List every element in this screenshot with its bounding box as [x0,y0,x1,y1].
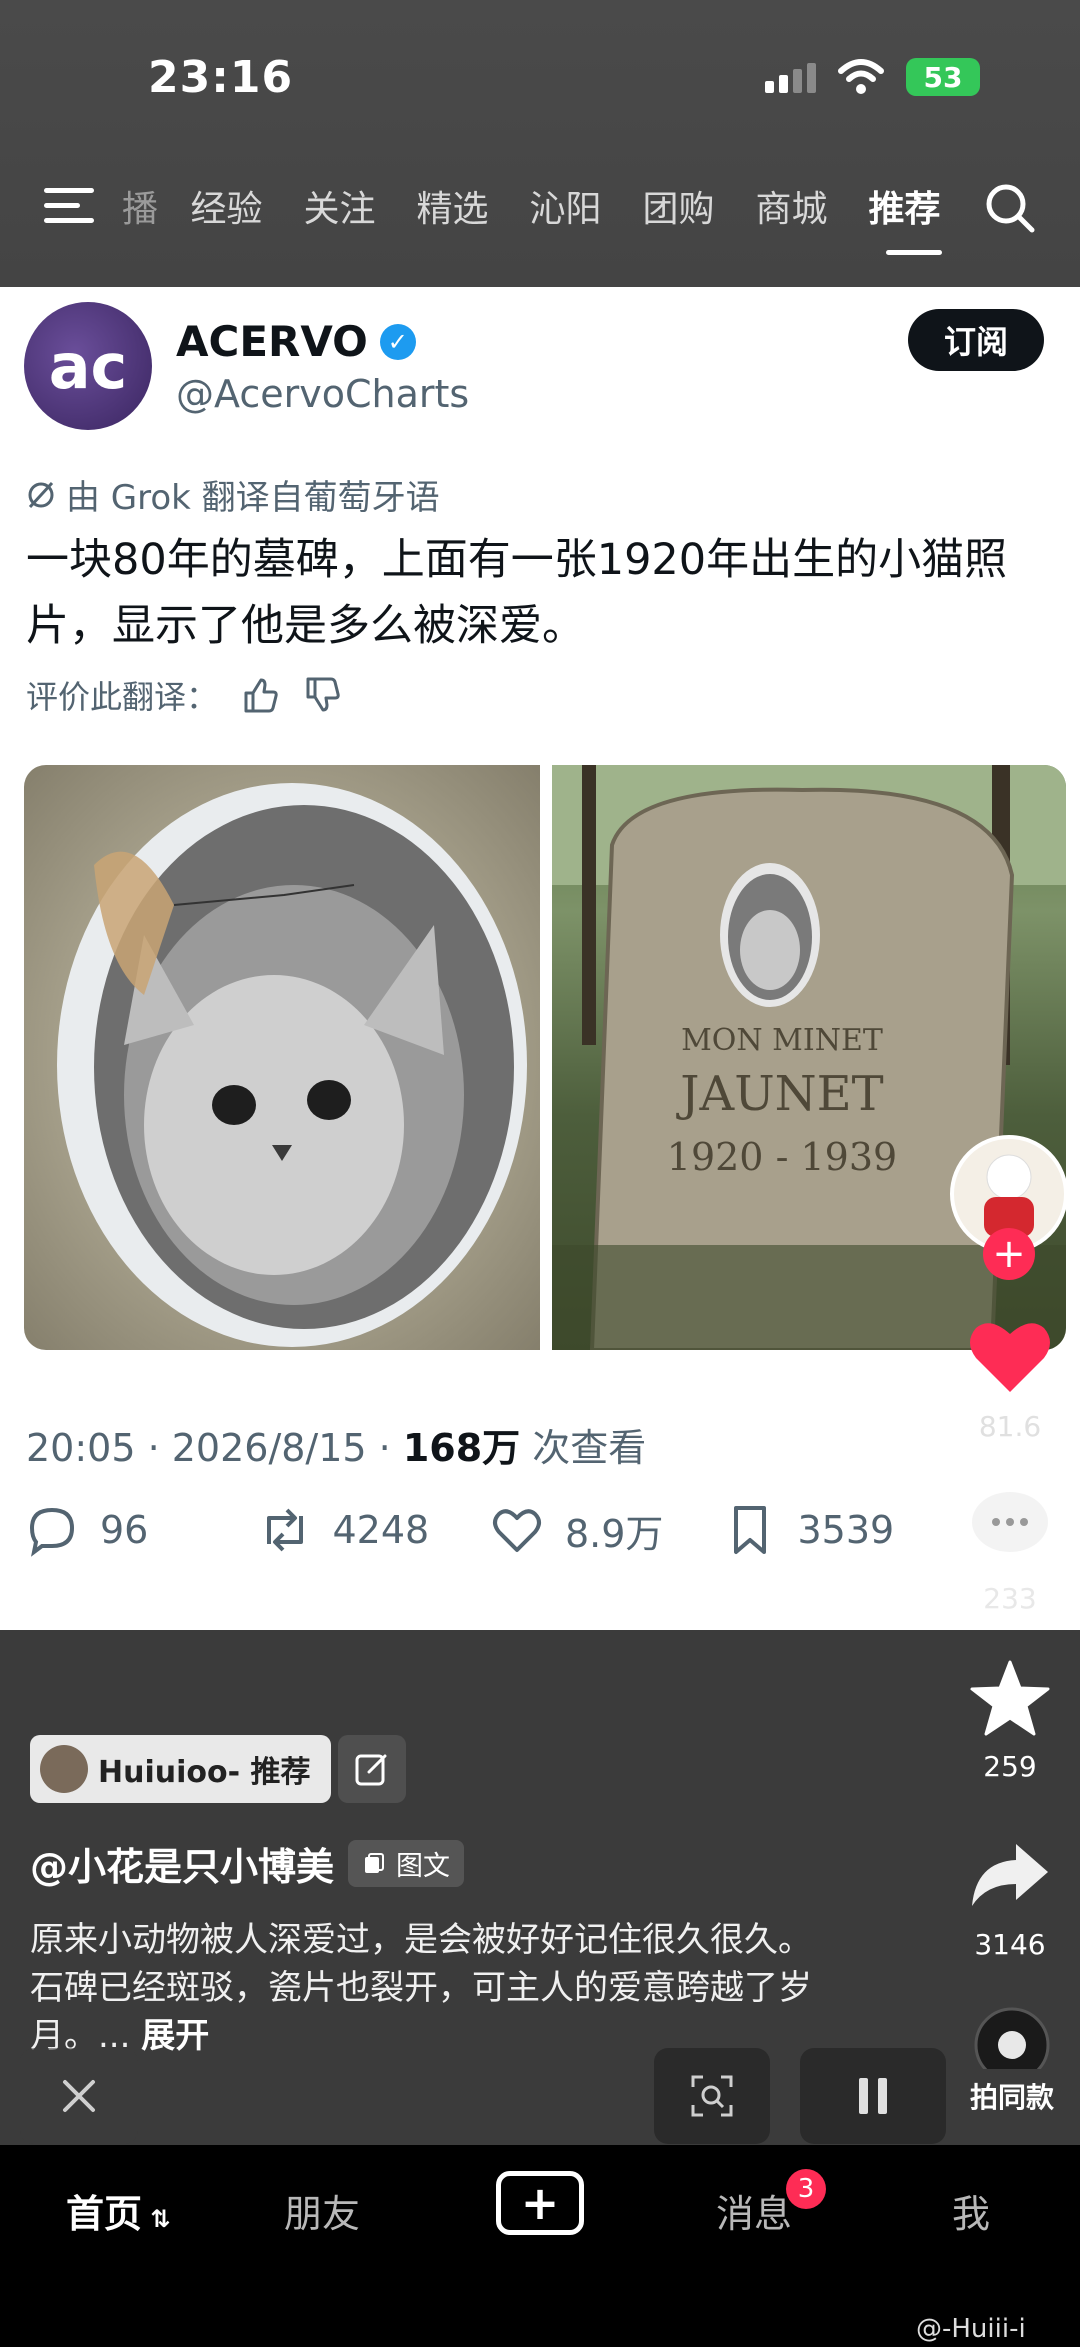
tab-me[interactable]: 我 [952,2183,990,2238]
messages-badge: 3 [786,2169,826,2209]
tab-mall[interactable]: 商城 [735,180,848,232]
post-text: 一块80年的墓碑，上面有一张1920年出生的小猫照片，显示了他是多么被深爱。 [26,535,1008,651]
tab-experience[interactable]: 经验 [170,180,283,232]
rate-label: 评价此翻译： [26,678,219,716]
post-caption[interactable]: 原来小动物被人深爱过，是会被好好记住很久很久。 石碑已经斑驳，瓷片也裂开，可主人… [30,1916,860,2060]
account-name-text: ACERVO [176,317,368,366]
thumbs-down-icon[interactable] [302,675,342,715]
top-nav: 播 经验 关注 精选 沁阳 团购 商城 推荐 [0,170,1080,255]
translation-note: 由 Grok 翻译自葡萄牙语 [26,470,440,519]
screen-recognize-button[interactable] [654,2048,770,2144]
post-actions: 96 4248 8.9万 3539 [24,1502,954,1558]
recommended-by-chip[interactable]: Huiuioo- 推荐 [30,1735,331,1803]
thumbs-up-icon[interactable] [240,675,280,715]
favorite-star-icon[interactable] [968,1658,1052,1738]
search-icon[interactable] [984,182,1036,234]
side-favorite-count: 259 [983,1750,1037,1783]
reply-action[interactable]: 96 [24,1502,257,1558]
pause-icon [859,2078,887,2114]
gravestone-line-2: JAUNET [675,1066,883,1122]
scan-icon [691,2075,733,2117]
translate-icon [28,481,54,508]
like-heart-icon[interactable] [968,1318,1052,1394]
refresh-arrows-icon: ⇅ [142,2205,171,2233]
battery-indicator: 53 [906,58,980,96]
type-tag: 图文 [348,1840,465,1887]
top-bar: 23:16 53 播 经验 关注 精选 沁阳 团购 商城 推荐 [0,0,1080,287]
side-comment-count: 233 [983,1582,1037,1615]
edit-button[interactable] [338,1735,406,1803]
tab-home[interactable]: 首页 ⇅ [66,2183,170,2238]
watermark: @-Huiii-i [916,2314,1026,2344]
status-icons: 53 [765,58,980,96]
follow-plus-button[interactable]: + [983,1228,1035,1280]
close-overlay-button[interactable] [20,2048,138,2144]
plus-icon: + [520,2176,560,2230]
retweet-action[interactable]: 4248 [257,1502,490,1558]
image-text-icon [365,1852,385,1873]
edit-icon [355,1754,387,1786]
tab-following[interactable]: 关注 [283,180,396,232]
account-handle: @AcervoCharts [176,372,470,416]
gravestone-line-3: 1920 - 1939 [667,1135,897,1179]
expand-link[interactable]: 展开 [141,2016,209,2056]
cat-portrait-photo[interactable] [24,765,540,1350]
retweet-icon [266,1508,303,1552]
wifi-icon [838,59,884,94]
like-count: 8.9万 [565,1511,664,1556]
view-count: 168万 [402,1426,521,1470]
tab-messages[interactable]: 消息 [716,2183,792,2238]
recommender-label: Huiuioo- 推荐 [98,1755,311,1790]
caption-line-1: 原来小动物被人深爱过，是会被好好记住很久很久。 [30,1920,812,1960]
subscribe-button[interactable]: 订阅 [908,309,1044,371]
account-avatar[interactable]: ac [24,302,152,430]
verified-icon: ✓ [379,323,416,360]
menu-icon[interactable] [44,188,94,233]
pause-button[interactable] [800,2048,946,2144]
same-style-button[interactable]: 拍同款 [952,2005,1072,2116]
reply-icon [29,1507,75,1557]
bookmark-action[interactable]: 3539 [722,1502,955,1558]
author-line: @小花是只小博美 图文 [30,1836,465,1891]
comment-bubble-icon[interactable] [968,1488,1052,1564]
tab-friends[interactable]: 朋友 [284,2183,360,2238]
bookmark-icon [733,1506,766,1554]
post-card[interactable]: ac ACERVO ✓ @AcervoCharts 订阅 由 Grok 翻译自葡… [0,287,1080,1630]
cat-portrait-image [57,783,527,1347]
bookmark-count: 3539 [797,1508,895,1552]
cellular-signal-icon [765,61,816,93]
rate-translation: 评价此翻译： [26,672,342,718]
close-icon [63,2080,95,2112]
status-time: 23:16 [148,52,294,103]
post-meta: 20:05 · 2026/8/15 · 168万 次查看 [26,1426,647,1470]
heart-outline-icon [493,1509,541,1552]
account-name[interactable]: ACERVO ✓ [176,317,416,366]
like-action[interactable]: 8.9万 [489,1502,722,1558]
tab-partial[interactable]: 播 [110,180,170,232]
tab-recommend[interactable]: 推荐 [848,180,961,255]
author-name[interactable]: @小花是只小博美 [30,1836,334,1891]
tab-local[interactable]: 沁阳 [509,180,622,232]
side-share-count: 3146 [974,1928,1046,1961]
retweet-count: 4248 [332,1508,430,1552]
tab-featured[interactable]: 精选 [396,180,509,232]
create-post-button[interactable]: + [496,2171,584,2235]
nav-tabs: 播 经验 关注 精选 沁阳 团购 商城 推荐 [110,180,961,255]
side-like-count: 81.6 [978,1410,1042,1443]
music-disc-icon [974,2007,1050,2083]
gravestone-line-1: MON MINET [681,1023,883,1058]
share-arrow-icon[interactable] [968,1840,1052,1910]
reply-count: 96 [100,1508,149,1552]
tab-group-buy[interactable]: 团购 [622,180,735,232]
recommender-avatar [40,1745,88,1793]
